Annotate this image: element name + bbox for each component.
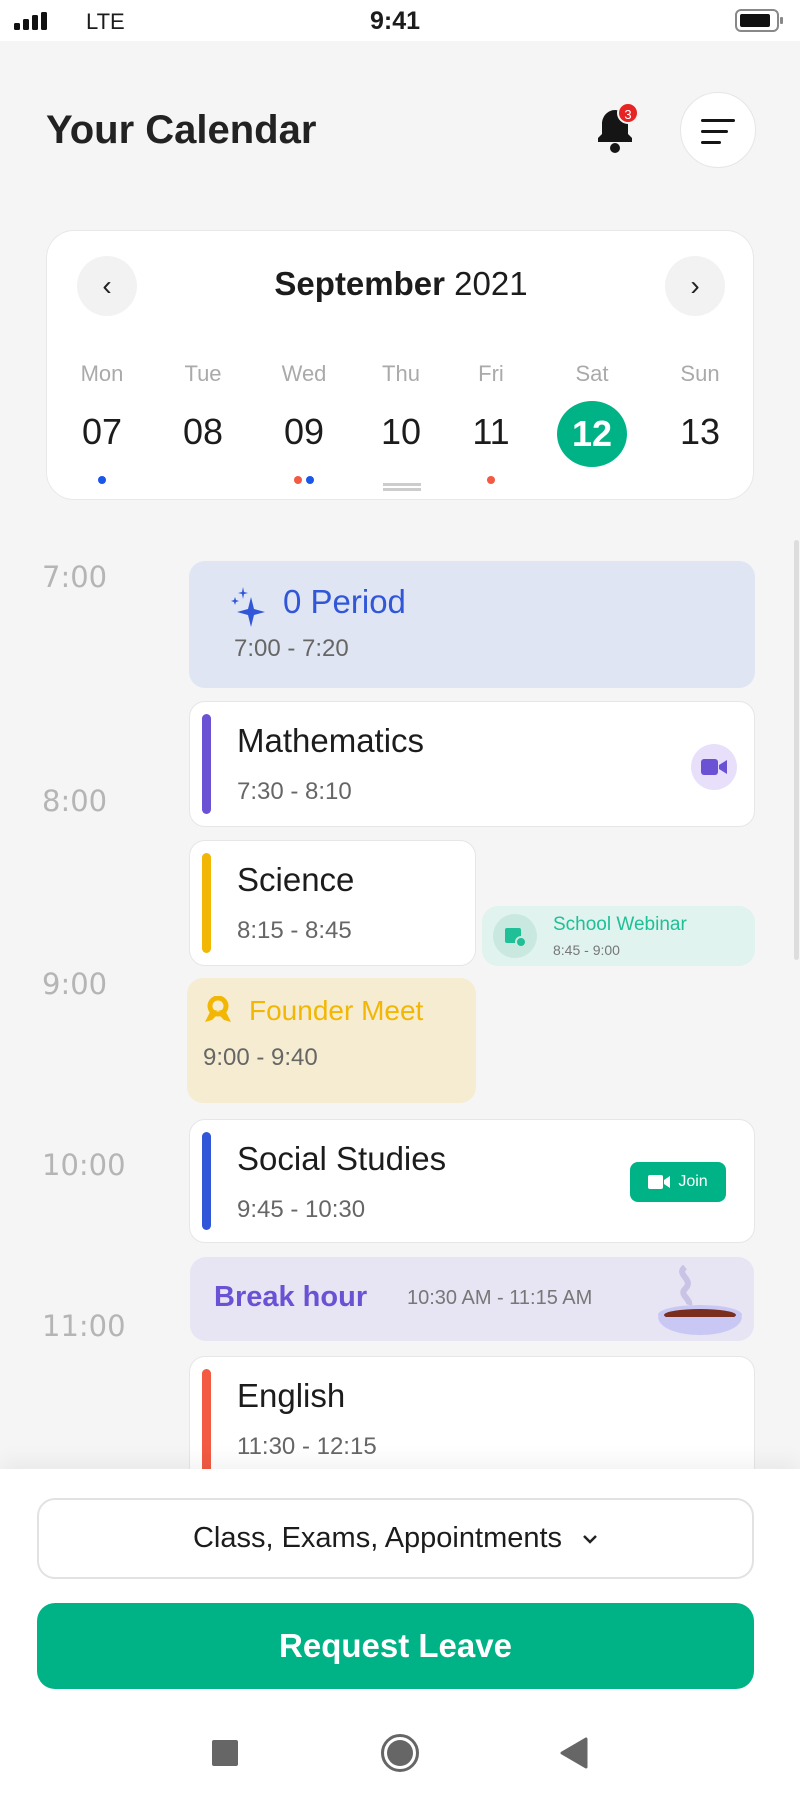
month-label: September (274, 265, 445, 302)
weekday-label: Tue (184, 361, 222, 386)
event-mathematics[interactable]: Mathematics 7:30 - 8:10 (189, 701, 755, 827)
event-title: School Webinar (553, 914, 687, 935)
day-sun[interactable]: Sun 13 (660, 361, 740, 483)
event-dot (98, 476, 106, 484)
chevron-right-icon: › (690, 270, 700, 301)
event-break-hour[interactable]: Break hour 10:30 AM - 11:15 AM (190, 1257, 754, 1341)
event-time: 9:00 - 9:40 (203, 1044, 318, 1071)
event-title: Mathematics (237, 722, 425, 759)
date-number: 09 (283, 411, 325, 452)
weekday-label: Thu (382, 361, 420, 386)
event-title: Social Studies (237, 1140, 447, 1177)
menu-button[interactable] (680, 92, 756, 168)
event-science[interactable]: Science 8:15 - 8:45 (189, 840, 476, 966)
event-time: 7:00 - 7:20 (234, 635, 349, 662)
menu-icon (701, 119, 735, 144)
day-sat[interactable]: Sat 12 (552, 361, 632, 479)
carrier-label: LTE (86, 9, 125, 34)
event-time: 7:30 - 8:10 (237, 778, 352, 805)
date-number: 10 (380, 411, 422, 452)
event-time: 9:45 - 10:30 (237, 1196, 366, 1223)
video-camera-icon (701, 759, 727, 775)
event-dots (552, 467, 632, 479)
date-number: 08 (182, 411, 224, 452)
event-title: Science (237, 861, 355, 898)
battery-icon (735, 9, 783, 32)
event-time: 11:30 - 12:15 (237, 1433, 377, 1460)
clock: 9:41 (370, 7, 421, 35)
request-leave-button[interactable]: Request Leave (37, 1603, 754, 1689)
day-tue[interactable]: Tue 08 (163, 361, 243, 483)
event-dot (306, 476, 314, 484)
back-button[interactable] (560, 1737, 588, 1769)
hour-label: 8:00 (42, 784, 108, 818)
event-color-bar (202, 1369, 211, 1483)
week-calendar-card: ‹ September 2021 › Mon 07 Tue 08 Wed 09 Thu 10 F… (46, 230, 754, 500)
hour-label: 11:00 (42, 1309, 126, 1343)
hour-label: 9:00 (42, 967, 108, 1001)
event-dots (361, 471, 441, 483)
event-time: 10:30 AM - 11:15 AM (407, 1287, 593, 1309)
home-button[interactable] (381, 1734, 419, 1772)
event-title: Founder Meet (249, 995, 424, 1026)
day-thu[interactable]: Thu 10 (361, 361, 441, 483)
event-title: English (237, 1377, 346, 1414)
year-label: 2021 (454, 265, 528, 302)
event-dots (62, 471, 142, 484)
event-color-bar (202, 1132, 211, 1230)
hour-label: 7:00 (42, 560, 108, 594)
drag-handle[interactable] (383, 483, 421, 491)
date-number: 13 (679, 411, 721, 452)
event-time: 8:45 - 9:00 (553, 942, 620, 958)
weekday-label: Fri (478, 361, 504, 386)
video-camera-icon (648, 1175, 671, 1189)
ribbon-icon (205, 996, 231, 1022)
day-mon[interactable]: Mon 07 (62, 361, 142, 484)
event-dot (294, 476, 302, 484)
recents-button[interactable] (212, 1740, 238, 1766)
signal-icon (14, 12, 47, 30)
day-wed[interactable]: Wed 09 (264, 361, 344, 484)
weekday-label: Sat (575, 361, 609, 386)
notification-badge: 3 (617, 102, 639, 124)
event-social-studies[interactable]: Social Studies 9:45 - 10:30 Join (189, 1119, 755, 1243)
event-zero-period[interactable]: 0 Period 7:00 - 7:20 (189, 561, 755, 688)
day-fri[interactable]: Fri 11 (451, 361, 531, 484)
notifications-button[interactable]: 3 (590, 102, 640, 156)
event-dot (487, 476, 495, 484)
calendar-add-icon (493, 914, 537, 958)
event-dots (660, 471, 740, 483)
sparkle-icon (231, 587, 265, 627)
chevron-down-icon (583, 1534, 597, 1544)
video-call-button[interactable] (691, 744, 737, 790)
weekday-label: Sun (680, 361, 720, 386)
date-number: 11 (472, 411, 510, 452)
selected-date: 12 (557, 401, 627, 467)
filter-value: Class, Exams, Appointments (192, 1522, 563, 1554)
event-dots (264, 471, 344, 484)
scrollbar[interactable] (794, 540, 799, 960)
coffee-cup-icon (658, 1265, 742, 1335)
event-title: Break hour (214, 1281, 368, 1313)
weekday-label: Mon (80, 361, 124, 386)
event-color-bar (202, 714, 211, 814)
event-time: 8:15 - 8:45 (237, 917, 352, 944)
date-number: 07 (81, 411, 123, 452)
event-dots (451, 471, 531, 484)
event-title: 0 Period (283, 583, 406, 620)
event-founder-meet[interactable]: Founder Meet 9:00 - 9:40 (187, 978, 476, 1103)
event-filter-dropdown[interactable]: Class, Exams, Appointments (37, 1498, 754, 1579)
event-color-bar (202, 853, 211, 953)
page-title: Your Calendar (46, 108, 317, 152)
hour-label: 10:00 (42, 1148, 126, 1182)
event-dots (163, 471, 243, 483)
status-bar: LTE 9:41 (0, 0, 800, 41)
join-label: Join (678, 1173, 708, 1190)
weekday-label: Wed (281, 361, 327, 386)
month-year-label: September 2021 (47, 265, 755, 303)
event-school-webinar[interactable]: School Webinar 8:45 - 9:00 (482, 906, 755, 966)
join-button[interactable]: Join (630, 1162, 726, 1202)
home-icon (387, 1740, 413, 1766)
next-month-button[interactable]: › (665, 256, 725, 316)
